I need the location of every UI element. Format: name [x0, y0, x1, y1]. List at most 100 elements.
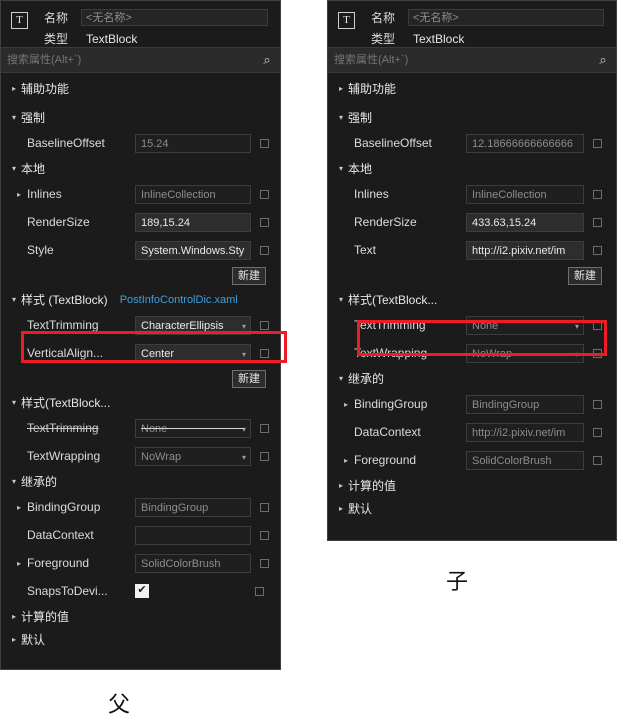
- property-value[interactable]: InlineCollection: [466, 184, 584, 204]
- binding-marker-icon[interactable]: [593, 217, 602, 227]
- group-coerced[interactable]: 强制: [1, 106, 280, 129]
- property-value[interactable]: 433.63,15.24: [466, 212, 584, 232]
- row-baselineoffset[interactable]: BaselineOffset 12.18666666666666: [328, 129, 616, 157]
- group-accessibility[interactable]: 辅助功能: [1, 77, 280, 100]
- chevron-right-icon[interactable]: [7, 636, 21, 644]
- property-value[interactable]: 15.24: [135, 133, 251, 153]
- binding-marker-icon[interactable]: [260, 530, 269, 540]
- group-accessibility[interactable]: 辅助功能: [328, 77, 616, 100]
- row-inlines[interactable]: Inlines InlineCollection: [328, 180, 616, 208]
- row-baselineoffset[interactable]: BaselineOffset 15.24: [1, 129, 280, 157]
- chevron-down-icon[interactable]: [334, 296, 348, 304]
- property-value-dropdown[interactable]: NoWrap: [135, 446, 251, 466]
- binding-marker-icon[interactable]: [260, 502, 269, 512]
- property-value[interactable]: BindingGroup: [135, 497, 251, 517]
- chevron-down-icon[interactable]: [7, 114, 21, 122]
- group-default[interactable]: 默认: [328, 497, 616, 520]
- property-value[interactable]: 12.18666666666666: [466, 133, 584, 153]
- row-style[interactable]: Style System.Windows.Sty: [1, 236, 280, 264]
- chevron-down-icon[interactable]: [334, 165, 348, 173]
- row-text[interactable]: Text http://i2.pixiv.net/im: [328, 236, 616, 264]
- group-style-textblock-2[interactable]: 样式(TextBlock...: [1, 391, 280, 414]
- property-value[interactable]: SolidColorBrush: [135, 553, 251, 573]
- row-datacontext[interactable]: DataContext http://i2.pixiv.net/im: [328, 418, 616, 446]
- group-style-textblock[interactable]: 样式(TextBlock...: [328, 288, 616, 311]
- chevron-right-icon[interactable]: [334, 85, 348, 93]
- row-bindinggroup[interactable]: BindingGroup BindingGroup: [328, 390, 616, 418]
- binding-marker-icon[interactable]: [593, 189, 602, 199]
- chevron-down-icon[interactable]: [7, 399, 21, 407]
- chevron-down-icon[interactable]: [7, 165, 21, 173]
- row-snapstodeviepixels[interactable]: SnapsToDevi... ✔: [1, 577, 280, 605]
- chevron-right-icon[interactable]: [11, 190, 27, 199]
- group-inherited[interactable]: 继承的: [1, 470, 280, 493]
- binding-marker-icon[interactable]: [260, 217, 269, 227]
- binding-marker-icon[interactable]: [260, 451, 269, 461]
- row-verticalalignment[interactable]: VerticalAlign... Center: [1, 339, 280, 367]
- binding-marker-icon[interactable]: [593, 455, 602, 465]
- snaps-to-device-pixels-checkbox[interactable]: ✔: [135, 584, 149, 598]
- chevron-down-icon[interactable]: [334, 114, 348, 122]
- row-rendersize[interactable]: RenderSize 189,15.24: [1, 208, 280, 236]
- property-value[interactable]: SolidColorBrush: [466, 450, 584, 470]
- group-computed-values[interactable]: 计算的值: [1, 605, 280, 628]
- binding-marker-icon[interactable]: [260, 320, 269, 330]
- binding-marker-icon[interactable]: [260, 245, 269, 255]
- property-value[interactable]: InlineCollection: [135, 184, 251, 204]
- group-coerced[interactable]: 强制: [328, 106, 616, 129]
- binding-marker-icon[interactable]: [593, 427, 602, 437]
- child-search-bar[interactable]: ⌕: [328, 47, 616, 73]
- chevron-right-icon[interactable]: [11, 503, 27, 512]
- group-local[interactable]: 本地: [328, 157, 616, 180]
- group-local[interactable]: 本地: [1, 157, 280, 180]
- property-value[interactable]: 189,15.24: [135, 212, 251, 232]
- binding-marker-icon[interactable]: [593, 320, 602, 330]
- binding-marker-icon[interactable]: [260, 189, 269, 199]
- binding-marker-icon[interactable]: [255, 586, 264, 596]
- child-search-input[interactable]: [328, 53, 590, 67]
- binding-marker-icon[interactable]: [260, 138, 269, 148]
- binding-marker-icon[interactable]: [593, 399, 602, 409]
- chevron-right-icon[interactable]: [338, 456, 354, 465]
- group-inherited[interactable]: 继承的: [328, 367, 616, 390]
- chevron-down-icon[interactable]: [7, 478, 21, 486]
- chevron-right-icon[interactable]: [334, 505, 348, 513]
- row-textwrapping[interactable]: TextWrapping NoWrap: [328, 339, 616, 367]
- property-value-dropdown[interactable]: Center: [135, 343, 251, 363]
- binding-marker-icon[interactable]: [260, 348, 269, 358]
- style-source-link[interactable]: PostInfoControlDic.xaml: [120, 294, 238, 306]
- search-icon[interactable]: ⌕: [590, 52, 616, 68]
- row-textwrapping[interactable]: TextWrapping NoWrap: [1, 442, 280, 470]
- row-foreground[interactable]: Foreground SolidColorBrush: [1, 549, 280, 577]
- binding-marker-icon[interactable]: [260, 558, 269, 568]
- group-computed-values[interactable]: 计算的值: [328, 474, 616, 497]
- property-value[interactable]: [135, 525, 251, 545]
- row-bindinggroup[interactable]: BindingGroup BindingGroup: [1, 493, 280, 521]
- property-value[interactable]: http://i2.pixiv.net/im: [466, 240, 584, 260]
- new-button[interactable]: 新建: [232, 370, 266, 388]
- property-value-dropdown[interactable]: CharacterEllipsis: [135, 315, 251, 335]
- binding-marker-icon[interactable]: [593, 138, 602, 148]
- parent-search-input[interactable]: [1, 53, 254, 67]
- group-default[interactable]: 默认: [1, 628, 280, 651]
- binding-marker-icon[interactable]: [593, 245, 602, 255]
- row-texttrimming-style[interactable]: TextTrimming CharacterEllipsis: [1, 311, 280, 339]
- property-value-dropdown[interactable]: None: [466, 315, 584, 335]
- property-value[interactable]: BindingGroup: [466, 394, 584, 414]
- new-button[interactable]: 新建: [568, 267, 602, 285]
- chevron-right-icon[interactable]: [7, 613, 21, 621]
- chevron-down-icon[interactable]: [7, 296, 21, 304]
- row-rendersize[interactable]: RenderSize 433.63,15.24: [328, 208, 616, 236]
- child-name-field[interactable]: <无名称>: [408, 9, 604, 26]
- chevron-right-icon[interactable]: [338, 400, 354, 409]
- row-foreground[interactable]: Foreground SolidColorBrush: [328, 446, 616, 474]
- parent-search-bar[interactable]: ⌕: [1, 47, 280, 73]
- search-icon[interactable]: ⌕: [254, 52, 280, 68]
- chevron-right-icon[interactable]: [334, 482, 348, 490]
- row-datacontext[interactable]: DataContext: [1, 521, 280, 549]
- chevron-right-icon[interactable]: [11, 559, 27, 568]
- parent-name-field[interactable]: <无名称>: [81, 9, 268, 26]
- binding-marker-icon[interactable]: [593, 348, 602, 358]
- binding-marker-icon[interactable]: [260, 423, 269, 433]
- chevron-right-icon[interactable]: [7, 85, 21, 93]
